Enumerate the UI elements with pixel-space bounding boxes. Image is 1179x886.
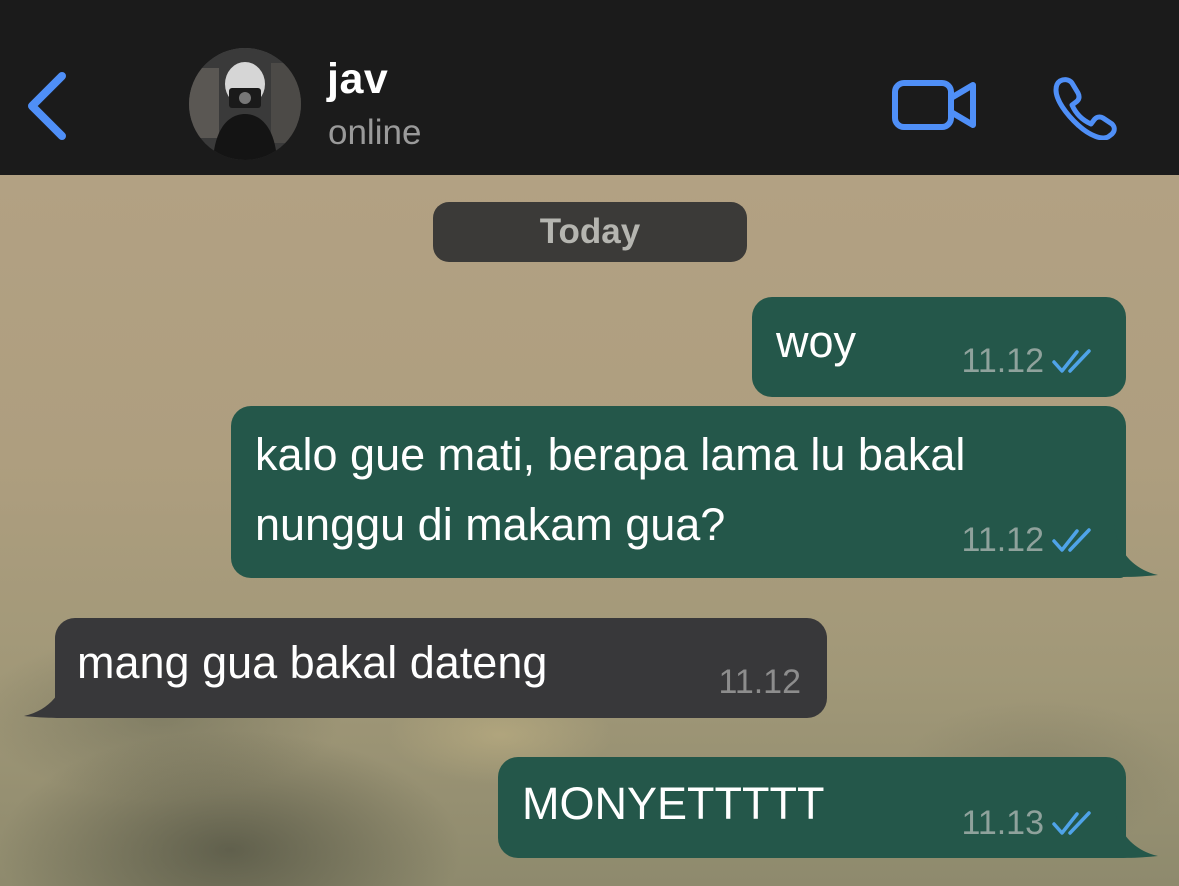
message-meta: 11.12: [961, 341, 1100, 381]
double-check-read-icon: [1052, 349, 1091, 373]
message-text-line: nunggu di makam gua?: [255, 499, 726, 550]
message-text: woy: [776, 316, 857, 367]
chevron-left-icon: [28, 72, 66, 140]
date-separator: Today: [433, 202, 747, 262]
message-bubble-outgoing[interactable]: woy 11.12: [752, 297, 1126, 397]
video-call-button[interactable]: [890, 74, 980, 136]
video-camera-icon: [892, 80, 976, 130]
message-bubble-outgoing[interactable]: kalo gue mati, berapa lama lu bakal nung…: [231, 406, 1126, 578]
back-button[interactable]: [22, 68, 78, 148]
avatar[interactable]: [189, 48, 301, 160]
phone-icon: [1053, 77, 1117, 141]
bubble-tail: [1114, 525, 1158, 577]
message-bubble-outgoing[interactable]: MONYETTTTT 11.13: [498, 757, 1126, 858]
contact-name[interactable]: jav: [327, 55, 388, 104]
bubble-tail: [24, 666, 68, 718]
chat-header: jav online: [0, 0, 1179, 175]
message-text-line: kalo gue mati, berapa lama lu bakal: [255, 429, 966, 480]
message-text: MONYETTTTT: [522, 778, 825, 829]
message-text: mang gua bakal dateng: [77, 637, 548, 688]
contact-status: online: [328, 113, 422, 152]
double-check-read-icon: [1052, 811, 1091, 835]
message-time: 11.13: [961, 804, 1044, 842]
avatar-photo: [189, 48, 301, 160]
bubble-tail: [1114, 806, 1158, 858]
message-time: 11.12: [961, 342, 1044, 380]
message-meta: 11.12: [961, 520, 1100, 560]
voice-call-button[interactable]: [1050, 74, 1118, 141]
chat-background[interactable]: Today woy 11.12 kalo gue mati, berapa la…: [0, 175, 1179, 886]
message-meta: 11.12: [718, 662, 801, 702]
message-time: 11.12: [718, 663, 801, 701]
message-meta: 11.13: [961, 803, 1100, 843]
message-time: 11.12: [961, 521, 1044, 559]
message-bubble-incoming[interactable]: mang gua bakal dateng 11.12: [55, 618, 827, 718]
double-check-read-icon: [1052, 528, 1091, 552]
